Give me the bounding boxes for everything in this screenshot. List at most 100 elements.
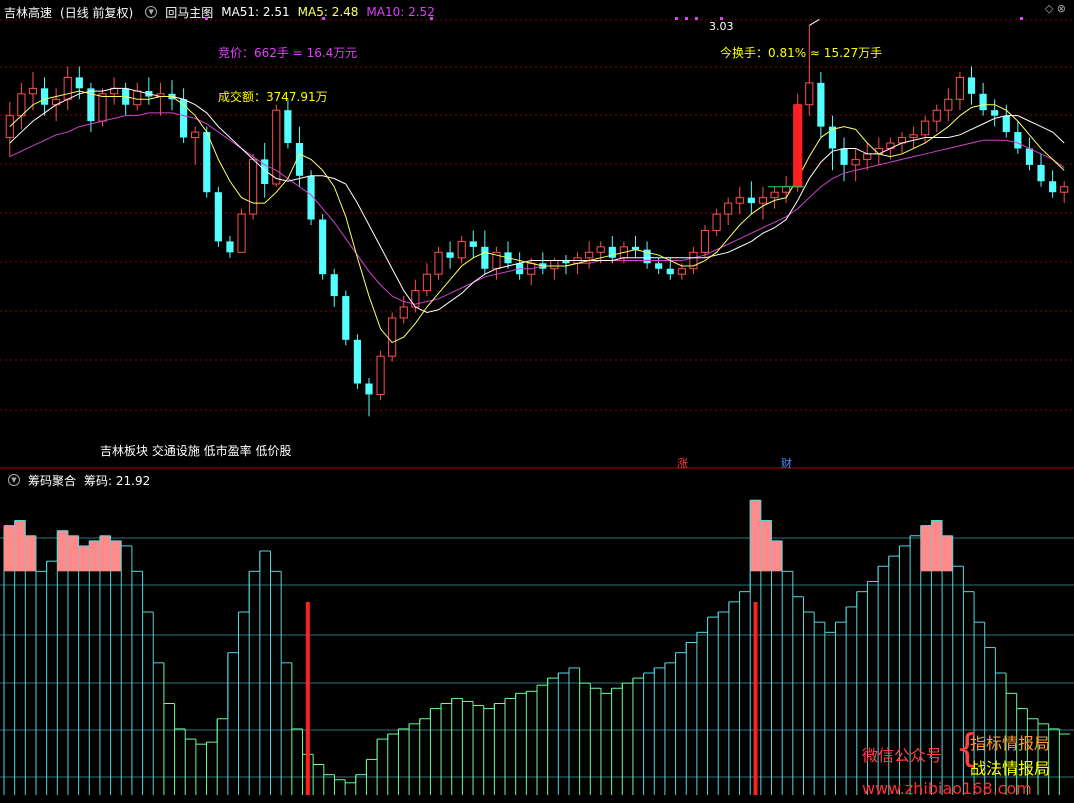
- candle-body: [376, 355, 385, 395]
- chip-peak: [771, 540, 783, 572]
- candle-body: [63, 76, 72, 100]
- sector-tags: 吉林板块 交通设施 低市盈率 低价股: [100, 444, 292, 458]
- candle-body: [17, 93, 26, 117]
- watermark-line1: 指标情报局: [970, 734, 1051, 753]
- chip-marker: [753, 602, 758, 795]
- candle-body: [550, 260, 559, 270]
- candle-body: [840, 148, 848, 165]
- candle-body: [770, 191, 779, 199]
- ma5-line: [9, 90, 1065, 344]
- chip-peak: [110, 540, 122, 572]
- chip-peak: [57, 530, 68, 572]
- chip-peak: [89, 540, 100, 572]
- marker-dot: [685, 17, 688, 20]
- marker-dot: [430, 17, 433, 20]
- candle-body: [782, 186, 791, 193]
- chip-peak: [67, 535, 79, 572]
- candle-body: [677, 268, 686, 275]
- candle-body: [967, 77, 976, 94]
- candle-body: [388, 317, 397, 357]
- marker-dot: [322, 17, 325, 20]
- candle-body: [735, 197, 744, 204]
- chip-peak: [4, 525, 15, 572]
- candle-body: [863, 153, 872, 160]
- flag-cai: 财: [781, 457, 792, 470]
- candle-body: [805, 82, 814, 106]
- candle-body: [921, 120, 930, 136]
- highlight-candle: [793, 104, 803, 187]
- candle-body: [1037, 164, 1045, 182]
- sub-indicator-name[interactable]: 筹码聚合: [28, 472, 76, 489]
- top-right-controls[interactable]: ◇ ⊗: [1045, 2, 1066, 15]
- ma10-line: [9, 87, 1065, 313]
- candle-body: [319, 219, 327, 275]
- marker-dot: [1020, 17, 1023, 20]
- chevron-down-icon[interactable]: ▼: [8, 474, 20, 486]
- candle-body: [655, 263, 663, 269]
- candle-body: [284, 110, 292, 143]
- chip-peak: [14, 520, 26, 572]
- candle-body: [481, 246, 489, 269]
- candle-body: [75, 77, 83, 89]
- candle-body: [457, 240, 466, 259]
- candle-body: [955, 76, 965, 100]
- candle-body: [909, 134, 918, 139]
- candle-body: [446, 252, 454, 258]
- candle-body: [40, 88, 49, 105]
- candle-body: [596, 246, 605, 253]
- candlestick-chart: [0, 17, 1074, 469]
- chip-peak: [99, 535, 111, 572]
- chip-peak: [760, 520, 772, 572]
- candle-body: [1060, 186, 1069, 193]
- candle-body: [98, 93, 107, 122]
- watermark-url: www.zhibiao168.com: [862, 779, 1032, 798]
- chip-peak: [942, 535, 953, 572]
- marker-dot: [695, 17, 698, 20]
- candle-body: [1025, 148, 1034, 165]
- chip-peak: [931, 520, 943, 572]
- candle-body: [399, 306, 408, 319]
- watermark-line2: 战法情报局: [970, 759, 1051, 778]
- candle-body: [422, 273, 432, 292]
- turnover-annotation: 今换手：0.81% ≈ 15.27万手: [720, 46, 883, 60]
- bid-annotation: 竞价：662手 = 16.4万元: [218, 46, 358, 60]
- candle-body: [469, 241, 477, 247]
- candle-body: [817, 82, 825, 127]
- candle-body: [272, 109, 281, 185]
- candle-body: [979, 93, 987, 111]
- candle-body: [28, 87, 38, 95]
- candle-body: [249, 158, 258, 215]
- candle-body: [666, 268, 674, 275]
- candle-body: [851, 158, 860, 166]
- candle-body: [1014, 132, 1022, 149]
- candle-body: [365, 383, 373, 395]
- chip-peak: [25, 535, 36, 572]
- candle-body: [700, 229, 710, 253]
- chip-marker: [305, 602, 310, 795]
- volume-annotation: 成交额：3747.91万: [218, 90, 328, 104]
- candle-body: [133, 90, 142, 106]
- candle-body: [342, 296, 350, 340]
- candle-body: [712, 213, 721, 231]
- flag-zhang: 涨: [677, 457, 688, 470]
- candle-body: [585, 251, 594, 259]
- wechat-label: 微信公众号: [862, 746, 943, 765]
- marker-dot: [675, 17, 678, 20]
- candle-body: [1002, 115, 1010, 133]
- candle-body: [237, 213, 246, 253]
- marker-dot: [205, 17, 208, 20]
- chip-peak: [78, 545, 90, 572]
- candle-body: [203, 132, 211, 193]
- high-price-label: 3.03: [709, 20, 734, 33]
- sub-header: ▼ 筹码聚合 筹码: 21.92: [4, 470, 158, 490]
- candle-body: [434, 251, 443, 275]
- candle-body: [353, 339, 361, 384]
- candle-body: [747, 197, 755, 204]
- candle-body: [944, 98, 953, 111]
- candle-body: [191, 131, 200, 139]
- candle-body: [1049, 181, 1057, 193]
- candle-body: [991, 110, 999, 116]
- sub-value-label: 筹码: 21.92: [84, 473, 151, 488]
- candle-body: [330, 274, 338, 297]
- chip-peak: [920, 525, 932, 572]
